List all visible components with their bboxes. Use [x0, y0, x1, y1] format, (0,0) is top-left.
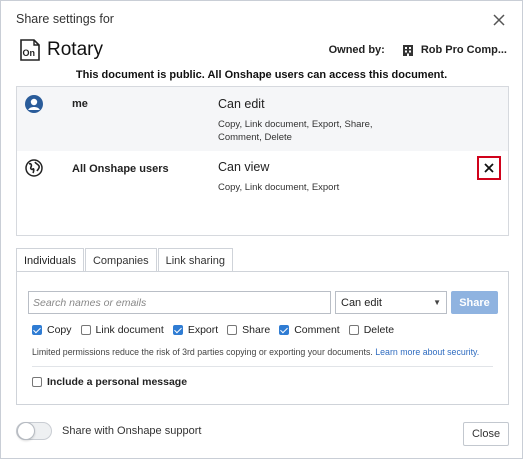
checkbox-label: Include a personal message	[47, 376, 188, 388]
user-name: me	[72, 98, 88, 110]
security-note-text: Limited permissions reduce the risk of 3…	[32, 347, 373, 357]
permission-select-value: Can edit	[341, 296, 382, 309]
checkbox-icon	[32, 325, 42, 335]
checkbox-export[interactable]: Export	[172, 324, 219, 336]
owner-info: Owned by: Rob Pro Comp...	[329, 43, 507, 57]
user-avatar-icon	[25, 95, 43, 113]
user-name: All Onshape users	[72, 163, 169, 175]
owner-name: Rob Pro Comp...	[420, 44, 507, 56]
learn-more-security-link[interactable]: Learn more about security.	[375, 347, 479, 357]
security-note: Limited permissions reduce the risk of 3…	[32, 347, 479, 357]
checkbox-label: Comment	[294, 324, 340, 336]
tab-individuals[interactable]: Individuals	[16, 248, 84, 272]
checkbox-icon	[227, 325, 238, 335]
onshape-document-icon: On	[20, 39, 40, 61]
permission-checkboxes: Copy Link document Export Share Comment …	[32, 324, 403, 336]
checkbox-share[interactable]: Share	[227, 324, 270, 336]
checkbox-delete[interactable]: Delete	[348, 324, 395, 336]
checkbox-link-document[interactable]: Link document	[80, 324, 164, 336]
checkbox-icon	[172, 325, 183, 335]
checkbox-label: Share	[242, 324, 271, 336]
owned-by-label: Owned by:	[328, 44, 385, 56]
user-permission-details: Copy, Link document, Export	[218, 182, 340, 193]
checkbox-icon	[279, 325, 290, 335]
checkbox-icon	[348, 325, 359, 335]
user-permission: Can edit	[218, 97, 265, 111]
shared-user-row: All Onshape users Can view Copy, Link do…	[17, 151, 508, 235]
permission-select[interactable]: Can edit ▼	[335, 291, 447, 314]
toggle-knob	[17, 422, 35, 440]
remove-user-button[interactable]	[477, 156, 501, 180]
user-permission-details: Copy, Link document, Export, Share, Comm…	[218, 119, 373, 143]
close-button[interactable]: Close	[463, 422, 509, 446]
tab-companies[interactable]: Companies	[84, 248, 157, 272]
share-dialog: Share settings for On Rotary Owned by: R…	[0, 0, 523, 459]
company-building-icon	[402, 45, 413, 56]
document-name: Rotary	[47, 39, 103, 60]
checkbox-label: Copy	[47, 324, 72, 336]
share-tabs: Individuals Companies Link sharing	[16, 248, 234, 272]
checkbox-copy[interactable]: Copy	[32, 324, 72, 336]
close-icon[interactable]	[492, 13, 506, 27]
document-header: On Rotary Owned by: Rob Pro Comp...	[19, 37, 507, 63]
user-permission: Can view	[218, 160, 270, 174]
dialog-title: Share settings for	[16, 12, 114, 26]
support-toggle-label: Share with Onshape support	[62, 425, 202, 437]
checkbox-label: Delete	[363, 324, 395, 336]
shared-users-list: me Can edit Copy, Link document, Export,…	[16, 86, 509, 236]
public-notice: This document is public. All Onshape use…	[75, 69, 448, 81]
svg-text:On: On	[23, 48, 36, 58]
shared-user-row: me Can edit Copy, Link document, Export,…	[17, 87, 508, 151]
search-input[interactable]: Search names or emails	[28, 291, 331, 314]
chevron-down-icon: ▼	[433, 298, 441, 307]
support-toggle-row: Share with Onshape support	[16, 422, 201, 440]
individuals-panel: Search names or emails Can edit ▼ Share …	[16, 271, 509, 405]
checkbox-icon	[32, 377, 42, 387]
checkbox-comment[interactable]: Comment	[279, 324, 340, 336]
support-toggle[interactable]	[16, 422, 52, 440]
checkbox-label: Export	[187, 324, 219, 336]
share-button[interactable]: Share	[451, 291, 498, 314]
globe-icon	[25, 159, 43, 177]
checkbox-personal-message[interactable]: Include a personal message	[32, 376, 187, 388]
checkbox-icon	[80, 325, 91, 335]
tab-link-sharing[interactable]: Link sharing	[157, 248, 233, 272]
remove-icon	[484, 163, 494, 173]
checkbox-label: Link document	[95, 324, 164, 336]
divider	[32, 366, 493, 367]
